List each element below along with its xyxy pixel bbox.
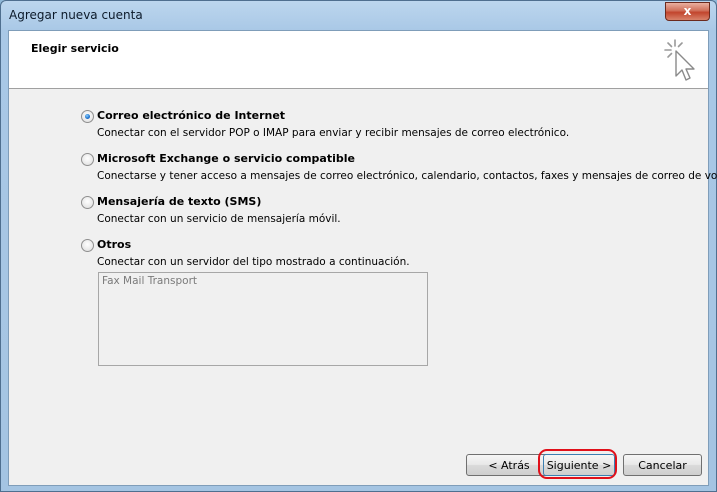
close-button[interactable]: x — [665, 2, 710, 21]
radio-exchange[interactable] — [81, 153, 94, 166]
list-item[interactable]: Fax Mail Transport — [102, 275, 197, 287]
dialog-client-area: Elegir servicio Correo electrónico de In… — [8, 30, 717, 486]
dialog-window: Agregar nueva cuenta x Elegir servicio C… — [0, 0, 717, 492]
close-icon: x — [683, 4, 692, 18]
option-label: Mensajería de texto (SMS) — [97, 195, 262, 208]
title-bar[interactable]: Agregar nueva cuenta x — [1, 1, 716, 30]
option-description: Conectar con un servicio de mensajería m… — [97, 213, 341, 225]
option-description: Conectarse y tener acceso a mensajes de … — [97, 170, 717, 182]
pointer-sparkle-icon — [664, 39, 695, 81]
cancel-button-label: Cancelar — [638, 458, 687, 472]
cancel-button[interactable]: Cancelar — [623, 454, 702, 476]
back-button-label: < Atrás — [488, 458, 530, 472]
other-services-listbox[interactable]: Fax Mail Transport — [98, 272, 428, 366]
option-description: Conectar con un servidor del tipo mostra… — [97, 256, 410, 268]
radio-other[interactable] — [81, 239, 94, 252]
page-title: Elegir servicio — [31, 42, 119, 55]
radio-sms[interactable] — [81, 196, 94, 209]
window-title: Agregar nueva cuenta — [9, 8, 143, 22]
option-label: Microsoft Exchange o servicio compatible — [97, 152, 355, 165]
option-label: Correo electrónico de Internet — [97, 109, 286, 122]
wizard-header: Elegir servicio — [9, 31, 708, 89]
radio-internet-email[interactable] — [81, 110, 94, 123]
option-label: Otros — [97, 238, 132, 251]
option-description: Conectar con el servidor POP o IMAP para… — [97, 127, 570, 139]
next-button-highlight — [538, 449, 617, 479]
